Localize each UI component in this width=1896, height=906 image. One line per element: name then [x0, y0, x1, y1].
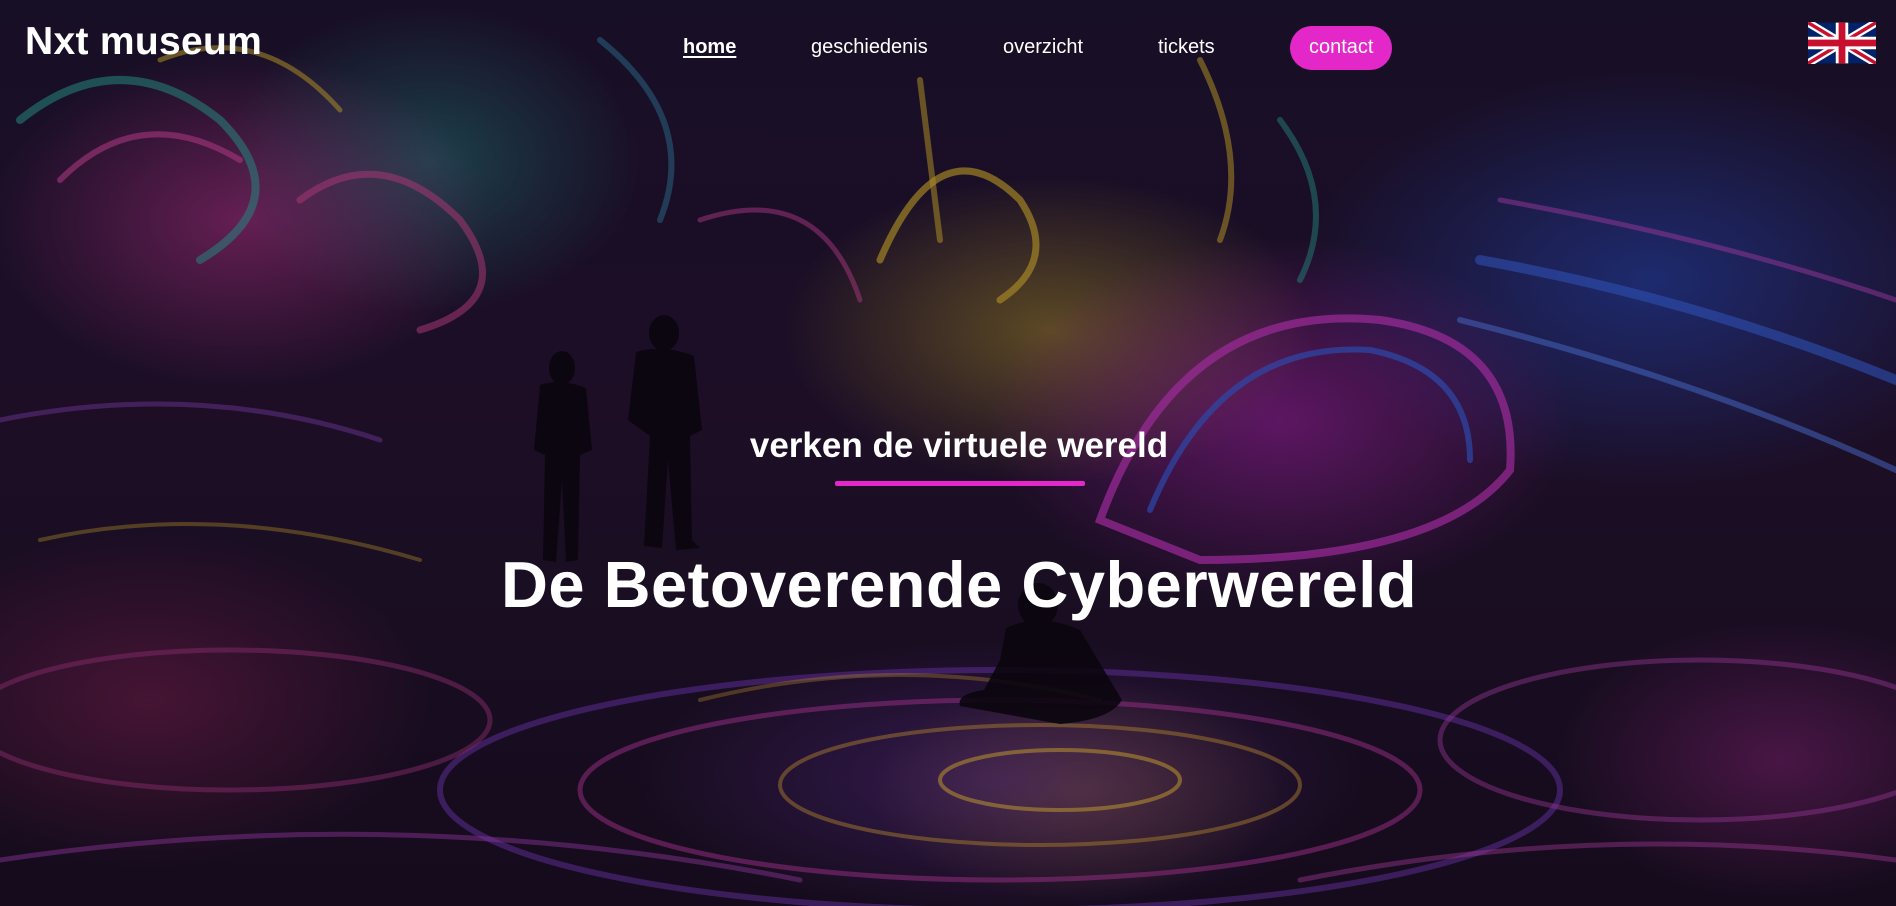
nav-link-tickets[interactable]: tickets	[1158, 26, 1215, 70]
nav-link-overzicht[interactable]: overzicht	[1003, 26, 1083, 70]
nav-link-home[interactable]: home	[683, 26, 736, 70]
nav-link-geschiedenis[interactable]: geschiedenis	[811, 26, 928, 70]
navbar: Nxt museum home geschiedenis overzicht t…	[0, 0, 1896, 92]
contact-button[interactable]: contact	[1290, 26, 1393, 70]
hero-subtitle: verken de virtuele wereld	[749, 426, 1169, 465]
uk-flag-icon[interactable]	[1808, 22, 1876, 64]
hero-section: Nxt museum home geschiedenis overzicht t…	[0, 0, 1896, 906]
hero-title: De Betoverende Cyberwereld	[500, 548, 1418, 621]
subtitle-underline	[835, 481, 1085, 486]
main-navigation: home geschiedenis overzicht tickets cont…	[0, 26, 1896, 70]
